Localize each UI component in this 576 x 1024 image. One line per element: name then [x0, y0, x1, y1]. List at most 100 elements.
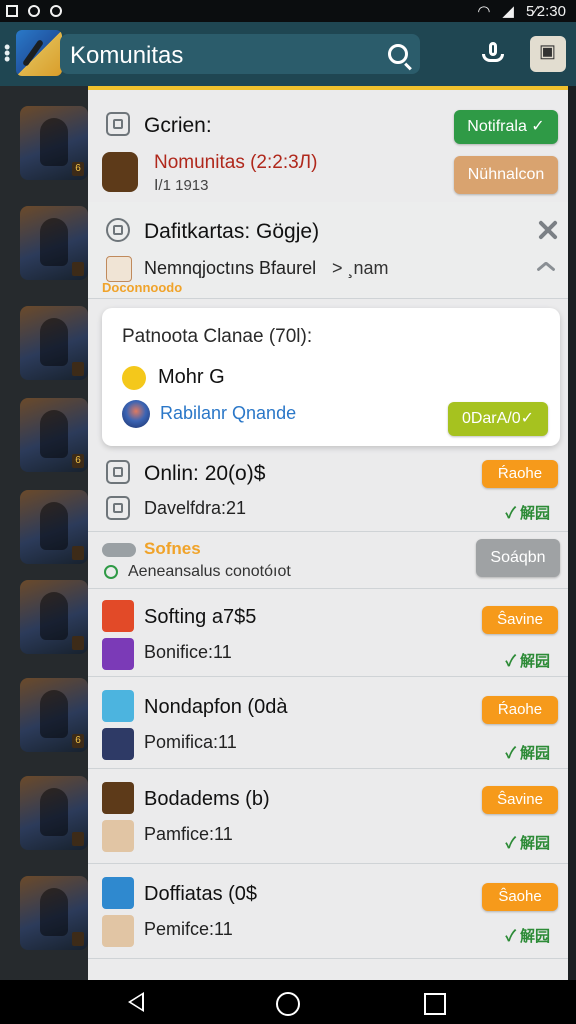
status-time: 5⁄2:30	[525, 2, 566, 20]
list-item-title: Softing a7$5	[144, 606, 257, 628]
member-card-title: Patnoota Clanae (70l):	[122, 326, 313, 347]
app-notification-icon	[50, 5, 62, 17]
details-accent: Doconnoodo	[102, 280, 183, 295]
list-item-title: Bodadems (b)	[144, 788, 270, 810]
list-item-action-button[interactable]: Ŝavine	[482, 606, 558, 634]
list-item-action-button[interactable]: Ŝaohe	[482, 883, 558, 911]
settings-section: Sofnes Aeneansalus conotóıot Soáqbn	[88, 531, 568, 589]
settings-button[interactable]: Soáqbn	[476, 539, 560, 577]
profile-icon[interactable]	[530, 36, 566, 72]
rail-badge	[72, 932, 84, 946]
list-item-title: Doffiatas (0$	[144, 883, 258, 905]
member-avatar	[122, 400, 150, 428]
list-row[interactable]: Doffiatas (0$ Pemifce:11 Ŝaohe ✓ 解园	[88, 863, 568, 959]
member-name: Mohr G	[158, 366, 225, 388]
rail-badge	[72, 832, 84, 846]
rail-thumbnail[interactable]	[20, 490, 88, 564]
home-icon[interactable]	[276, 992, 300, 1016]
member-link[interactable]: Rabilanr Qnande	[160, 403, 296, 424]
rail-thumbnail[interactable]: 6	[20, 678, 88, 752]
status-left-icons	[6, 0, 62, 22]
close-icon[interactable]	[536, 218, 560, 242]
online-line: Davelfdra:21	[144, 498, 247, 518]
details-line-suffix[interactable]: > ¸nam	[332, 258, 389, 279]
edit-icon	[106, 256, 132, 282]
search-icon[interactable]	[388, 44, 408, 64]
general-section: Gcrien: Nomunitas (2:2:3Л) Ⅰ/1 1913 Noti…	[88, 90, 568, 203]
list-item-icon	[102, 877, 134, 909]
rail-badge	[72, 636, 84, 650]
member-dropdown-button[interactable]: 0DarA/0✓	[448, 402, 548, 436]
rail-badge: 6	[72, 734, 84, 748]
rail-badge: 6	[72, 162, 84, 176]
settings-heading: Sofnes	[144, 539, 201, 558]
list-row[interactable]: Softing a7$5 Bonifice:11 Ŝavine ✓ 解园	[88, 588, 568, 677]
notification-settings-button[interactable]: Nühnalcon	[454, 156, 558, 194]
group-icon	[106, 112, 130, 136]
community-panel: Gcrien: Nomunitas (2:2:3Л) Ⅰ/1 1913 Noti…	[88, 86, 568, 984]
calendar-icon	[106, 496, 130, 520]
online-status-check: ✓ 解园	[505, 505, 550, 522]
list-item-icon	[102, 782, 134, 814]
settings-line: Aeneansalus conotóıot	[128, 563, 291, 580]
list-item-title: Nondapfon (0dà	[144, 696, 288, 718]
community-avatar	[102, 152, 138, 192]
status-bar: ◠ ◢ 5⁄2:30	[0, 0, 576, 22]
app-title: Komunitas	[70, 42, 184, 69]
list-item-subicon	[102, 638, 134, 670]
list-item-subtitle: Bonifice:11	[144, 642, 232, 662]
rail-thumbnail[interactable]	[20, 876, 88, 950]
rail-thumbnail[interactable]: 6	[20, 106, 88, 180]
back-icon[interactable]	[128, 992, 144, 1012]
rail-thumbnail[interactable]: 6	[20, 398, 88, 472]
member-avatar	[122, 366, 146, 390]
rail-thumbnail[interactable]	[20, 306, 88, 380]
list-row[interactable]: Bodadems (b) Pamfice:11 Ŝavine ✓ 解园	[88, 768, 568, 864]
online-action-button[interactable]: Ŕaohe	[482, 460, 558, 488]
list-item-check: ✓ 解园	[505, 745, 550, 762]
rail-thumbnail[interactable]	[20, 776, 88, 850]
wifi-icon: ◠	[477, 3, 491, 20]
list-item-action-button[interactable]: Ŕaohe	[482, 696, 558, 724]
navigation-bar	[0, 980, 576, 1024]
left-rail: 6 6 6	[0, 86, 92, 980]
online-section: Onlin: 20(o)$ Davelfdra:21 Ŕaohe ✓ 解园	[88, 446, 568, 532]
app-bar: • • • Komunitas	[0, 22, 576, 86]
rail-thumbnail[interactable]	[20, 206, 88, 280]
toggle-icon	[102, 543, 136, 557]
list-item-subicon	[102, 915, 134, 947]
rail-thumbnail[interactable]	[20, 580, 88, 654]
notification-icon	[6, 5, 18, 17]
list-item-icon	[102, 690, 134, 722]
list-item-action-button[interactable]: Ŝavine	[482, 786, 558, 814]
recents-icon[interactable]	[424, 993, 446, 1015]
list-item-icon	[102, 600, 134, 632]
overflow-menu-icon[interactable]: • • •	[4, 38, 10, 68]
chevron-up-icon[interactable]	[536, 258, 554, 276]
online-icon	[106, 460, 130, 484]
rail-badge: 6	[72, 454, 84, 468]
list-item-subtitle: Pamfice:11	[144, 824, 233, 844]
list-item-check: ✓ 解园	[505, 653, 550, 670]
rail-badge	[72, 362, 84, 376]
notification-on-button[interactable]: Notifrala ✓	[454, 110, 558, 144]
rail-badge	[72, 262, 84, 276]
list-item-subtitle: Pomifica:11	[144, 732, 237, 752]
signal-icon: ◢	[502, 3, 514, 20]
details-heading: Dafitkartas: Gögje)	[144, 220, 320, 243]
app-logo	[16, 30, 62, 76]
list-row[interactable]: Nondapfon (0dà Pomifica:11 Ŕaohe ✓ 解园	[88, 676, 568, 769]
details-line: Nemnqjoctıns Bfaurel	[144, 258, 317, 278]
community-subtitle: Nomunitas (2:2:3Л)	[154, 152, 318, 173]
microphone-icon[interactable]	[480, 42, 506, 68]
status-right-icons: ◠ ◢ 5⁄2:30	[477, 0, 566, 22]
info-icon	[106, 218, 130, 242]
search-bar[interactable]: Komunitas	[60, 34, 420, 74]
list-item-subicon	[102, 728, 134, 760]
online-heading: Onlin: 20(o)$	[144, 462, 266, 485]
member-card: Patnoota Clanae (70l): Mohr G Rabilanr Q…	[102, 308, 560, 446]
list-item-subtitle: Pemifce:11	[144, 919, 233, 939]
list-item-check: ✓ 解园	[505, 835, 550, 852]
list-item-subicon	[102, 820, 134, 852]
app-notification-icon	[28, 5, 40, 17]
